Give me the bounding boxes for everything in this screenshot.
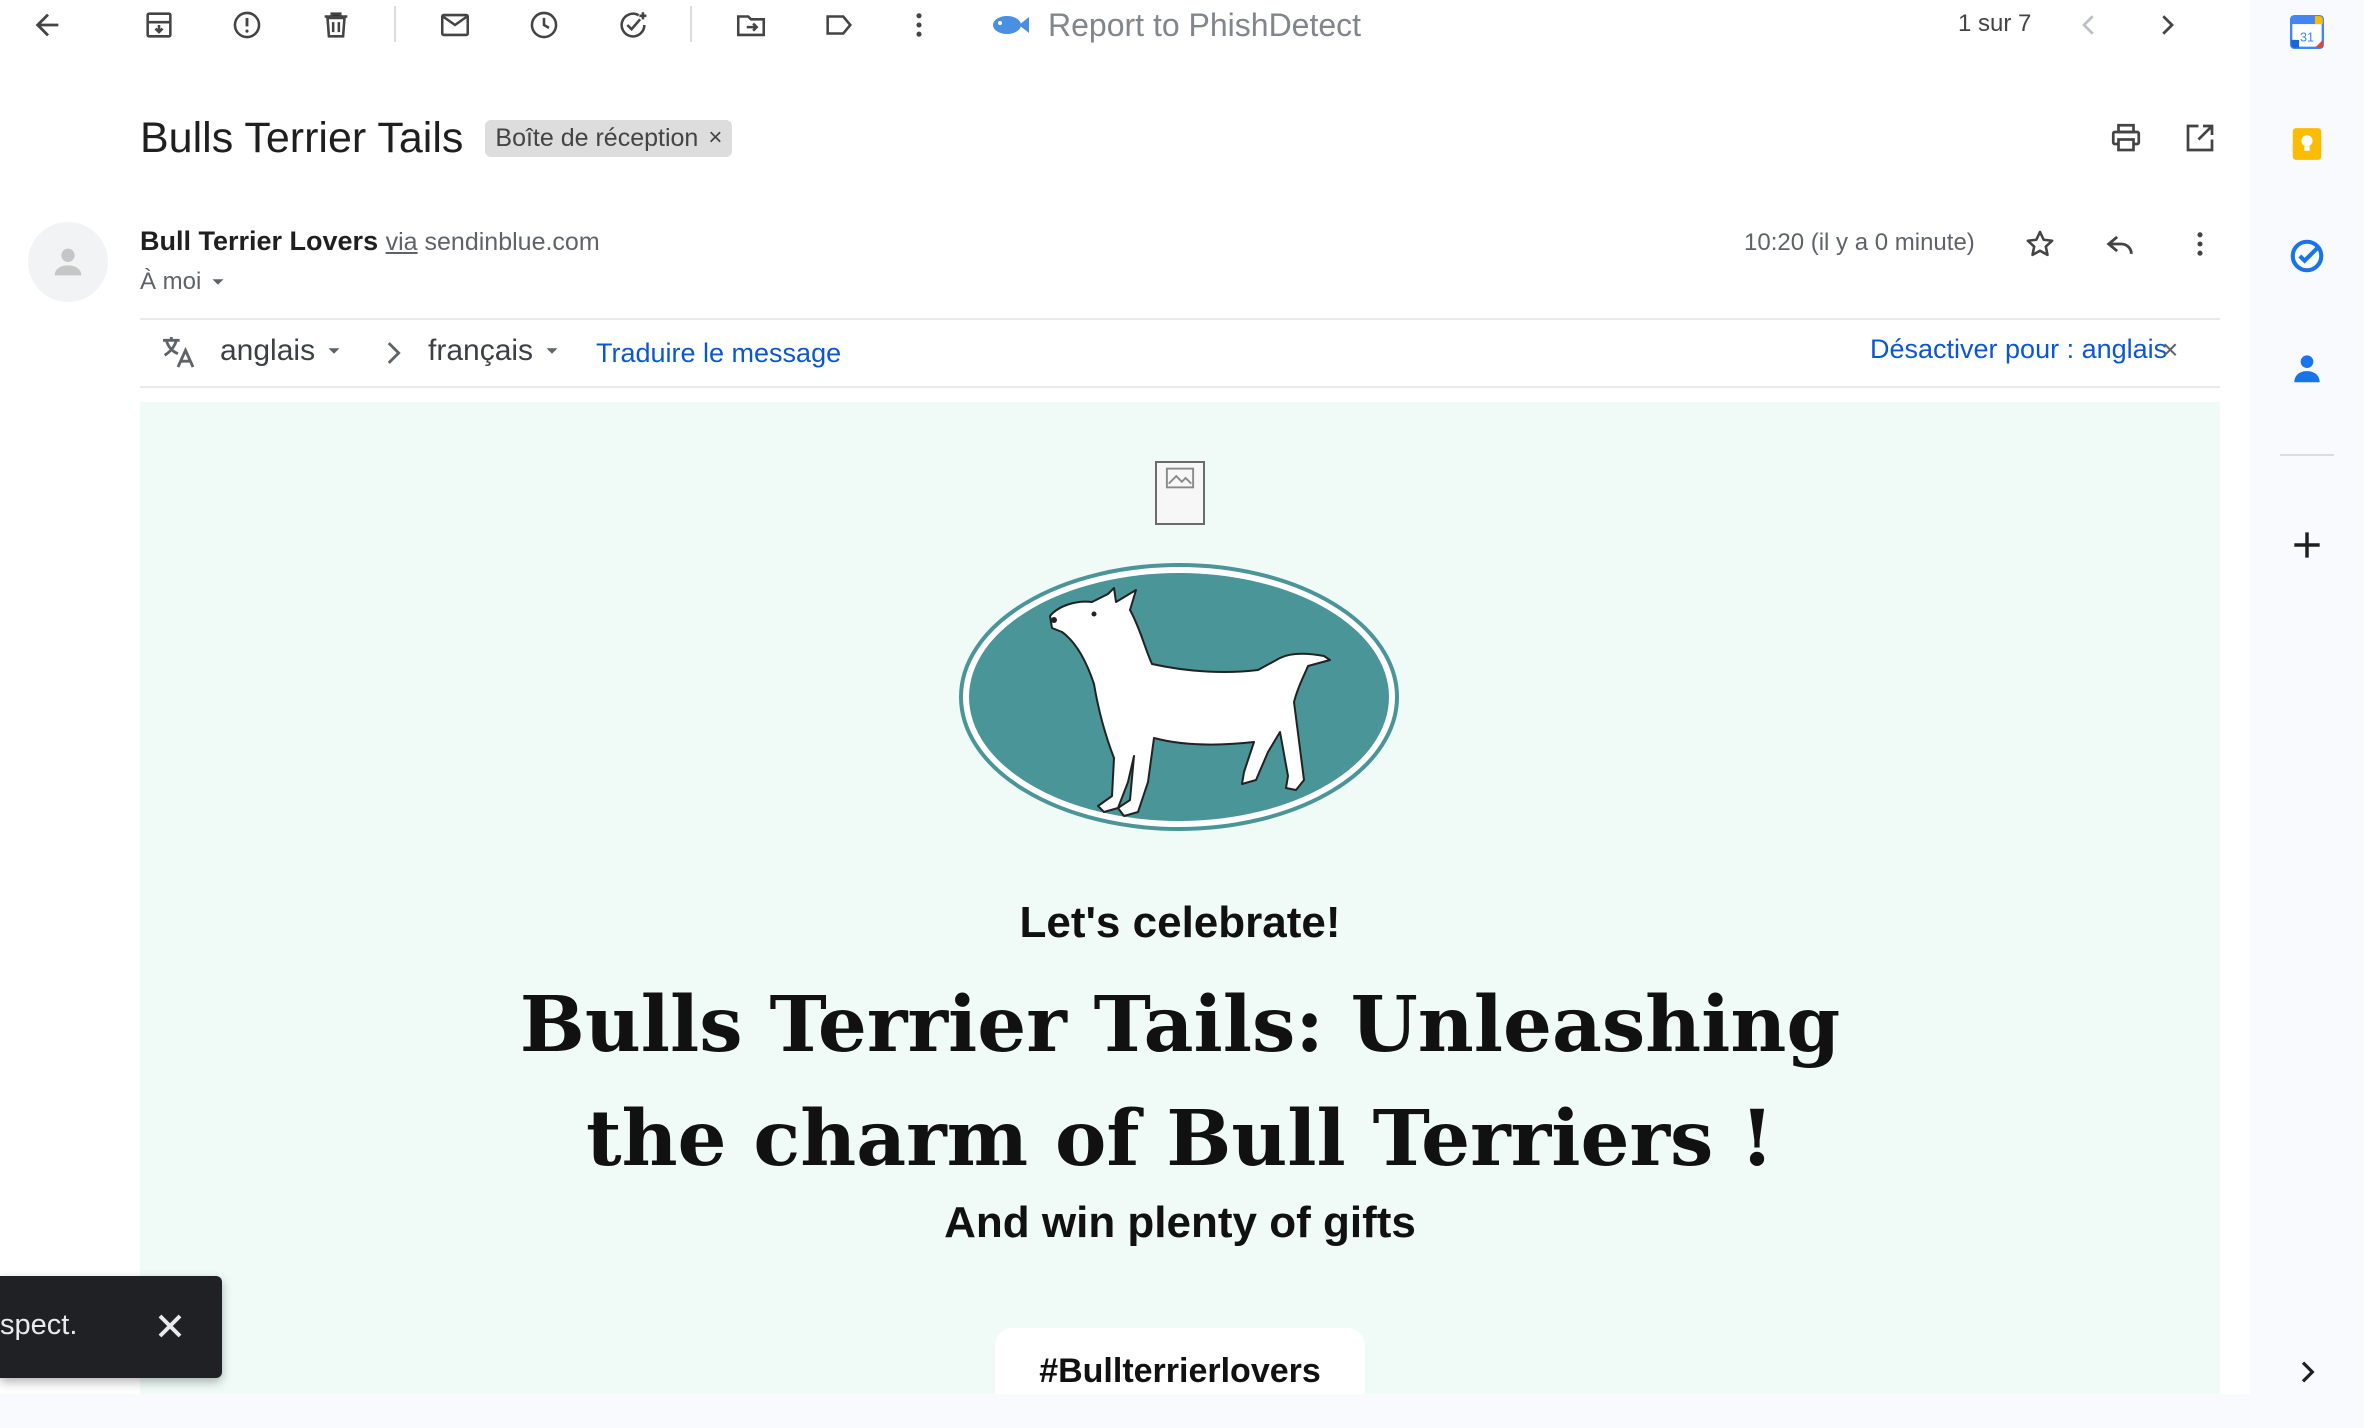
caret-down-icon bbox=[212, 279, 224, 285]
snackbar: spect. bbox=[0, 1276, 222, 1378]
calendar-day: 31 bbox=[2300, 31, 2314, 45]
hashtag-box: #Bullterrierlovers bbox=[995, 1328, 1365, 1394]
back-button[interactable] bbox=[24, 2, 70, 48]
subject-row: Bulls Terrier Tails Boîte de réception × bbox=[140, 108, 733, 168]
tasks-app-button[interactable] bbox=[2287, 236, 2327, 276]
label-icon bbox=[826, 15, 852, 35]
add-to-tasks-button[interactable] bbox=[610, 2, 656, 48]
star-button[interactable] bbox=[2016, 220, 2064, 268]
delete-button[interactable] bbox=[313, 2, 359, 48]
fish-icon bbox=[993, 16, 1029, 34]
sender-line: Bull Terrier Lovers via sendinblue.com bbox=[140, 226, 600, 257]
reply-button[interactable] bbox=[2096, 220, 2144, 268]
email-subheadline: And win plenty of gifts bbox=[944, 1198, 1416, 1247]
close-icon[interactable] bbox=[150, 1306, 190, 1346]
more-vert-icon bbox=[916, 13, 922, 37]
calendar-icon: 31 bbox=[2289, 14, 2325, 50]
snackbar-message: spect. bbox=[0, 1309, 78, 1341]
print-icon bbox=[2111, 123, 2141, 152]
keep-app-button[interactable] bbox=[2287, 124, 2327, 164]
recipient-label: À moi bbox=[140, 268, 202, 295]
trash-icon bbox=[324, 12, 348, 38]
side-panel-divider bbox=[2280, 454, 2334, 456]
contacts-app-button[interactable] bbox=[2287, 348, 2327, 388]
target-language: français bbox=[428, 334, 534, 367]
message-more-button[interactable] bbox=[2176, 220, 2224, 268]
chevron-right-icon bbox=[2301, 1361, 2315, 1383]
translate-message-link[interactable]: Traduire le message bbox=[596, 338, 841, 369]
source-language-select[interactable]: anglais bbox=[220, 334, 345, 368]
message-timestamp: 10:20 (il y a 0 minute) bbox=[1744, 229, 1975, 256]
broken-image-icon bbox=[1165, 467, 1195, 489]
bottom-strip bbox=[0, 1394, 2250, 1428]
reply-icon bbox=[2106, 235, 2133, 255]
keep-icon bbox=[2292, 128, 2322, 160]
more-actions-button[interactable] bbox=[896, 2, 942, 48]
arrow-back-icon bbox=[35, 13, 59, 37]
snooze-button[interactable] bbox=[521, 2, 567, 48]
via-domain: sendinblue.com bbox=[424, 228, 600, 256]
translate-bar: anglais français Traduire le message Dés… bbox=[140, 318, 2220, 388]
source-language: anglais bbox=[220, 334, 316, 367]
headline-line-2: the charm of Bull Terriers ! bbox=[586, 1094, 1774, 1184]
move-to-button[interactable] bbox=[728, 2, 774, 48]
hide-side-panel-button[interactable] bbox=[2287, 1352, 2327, 1392]
broken-image-placeholder bbox=[1155, 461, 1205, 525]
tasks-icon bbox=[2290, 239, 2324, 273]
toolbar-divider bbox=[690, 6, 692, 42]
mail-icon bbox=[440, 13, 470, 37]
bull-terrier-logo bbox=[959, 563, 1399, 831]
caret-down-icon bbox=[546, 348, 558, 354]
report-spam-button[interactable] bbox=[224, 2, 270, 48]
newer-button[interactable] bbox=[2066, 2, 2112, 48]
via-link[interactable]: via bbox=[386, 228, 418, 256]
report-spam-icon bbox=[233, 11, 261, 39]
calendar-app-button[interactable]: 31 bbox=[2287, 12, 2327, 52]
open-in-new-icon bbox=[2186, 124, 2214, 152]
older-button[interactable] bbox=[2144, 2, 2190, 48]
chevron-left-icon bbox=[2082, 15, 2094, 35]
pagination-count: 1 sur 7 bbox=[1958, 10, 2032, 37]
more-vert-icon bbox=[2197, 232, 2203, 256]
labels-button[interactable] bbox=[816, 2, 862, 48]
clock-icon bbox=[530, 11, 558, 39]
email-subject: Bulls Terrier Tails bbox=[140, 113, 464, 162]
disable-translation-link[interactable]: Désactiver pour : anglais bbox=[1870, 334, 2167, 365]
caret-down-icon bbox=[328, 348, 340, 354]
headline-line-1: Bulls Terrier Tails: Unleashing bbox=[519, 980, 1841, 1070]
archive-icon bbox=[146, 12, 172, 38]
target-language-select[interactable]: français bbox=[428, 334, 563, 368]
archive-button[interactable] bbox=[136, 2, 182, 48]
email-content: Let's celebrate! Bulls Terrier Tails: Un… bbox=[140, 402, 2220, 1394]
plus-icon bbox=[2294, 532, 2320, 558]
translate-bar-close[interactable]: × bbox=[2162, 334, 2178, 366]
get-addons-button[interactable] bbox=[2287, 525, 2327, 565]
message-toolbar: Report to PhishDetect 1 sur 7 bbox=[0, 0, 2250, 50]
report-phishdetect-button[interactable]: Report to PhishDetect bbox=[990, 2, 1361, 48]
chevron-right-icon bbox=[387, 342, 401, 364]
mark-unread-button[interactable] bbox=[432, 2, 478, 48]
translate-icon bbox=[163, 337, 195, 368]
hashtag-text: #Bullterrierlovers bbox=[1039, 1352, 1321, 1390]
email-headline: Bulls Terrier Tails: Unleashing the char… bbox=[140, 968, 2220, 1196]
move-folder-icon bbox=[736, 15, 766, 37]
celebrate-heading: Let's celebrate! bbox=[1019, 898, 1341, 947]
toolbar-divider bbox=[394, 6, 396, 42]
remove-label-button[interactable]: × bbox=[708, 124, 722, 152]
person-icon bbox=[54, 248, 82, 276]
sender-avatar[interactable] bbox=[28, 222, 108, 302]
phishdetect-label: Report to PhishDetect bbox=[1048, 6, 1362, 43]
side-panel: 31 bbox=[2250, 0, 2364, 1428]
open-new-window-button[interactable] bbox=[2176, 114, 2224, 162]
inbox-label-chip[interactable]: Boîte de réception × bbox=[485, 119, 733, 157]
label-chip-text: Boîte de réception bbox=[495, 123, 699, 152]
add-task-icon bbox=[620, 12, 647, 38]
recipient-details-toggle[interactable]: À moi bbox=[140, 268, 229, 296]
chevron-right-icon bbox=[2162, 15, 2174, 35]
sender-name[interactable]: Bull Terrier Lovers bbox=[140, 226, 378, 256]
star-icon bbox=[2026, 230, 2054, 257]
print-all-button[interactable] bbox=[2102, 114, 2150, 162]
contacts-icon bbox=[2294, 355, 2320, 383]
